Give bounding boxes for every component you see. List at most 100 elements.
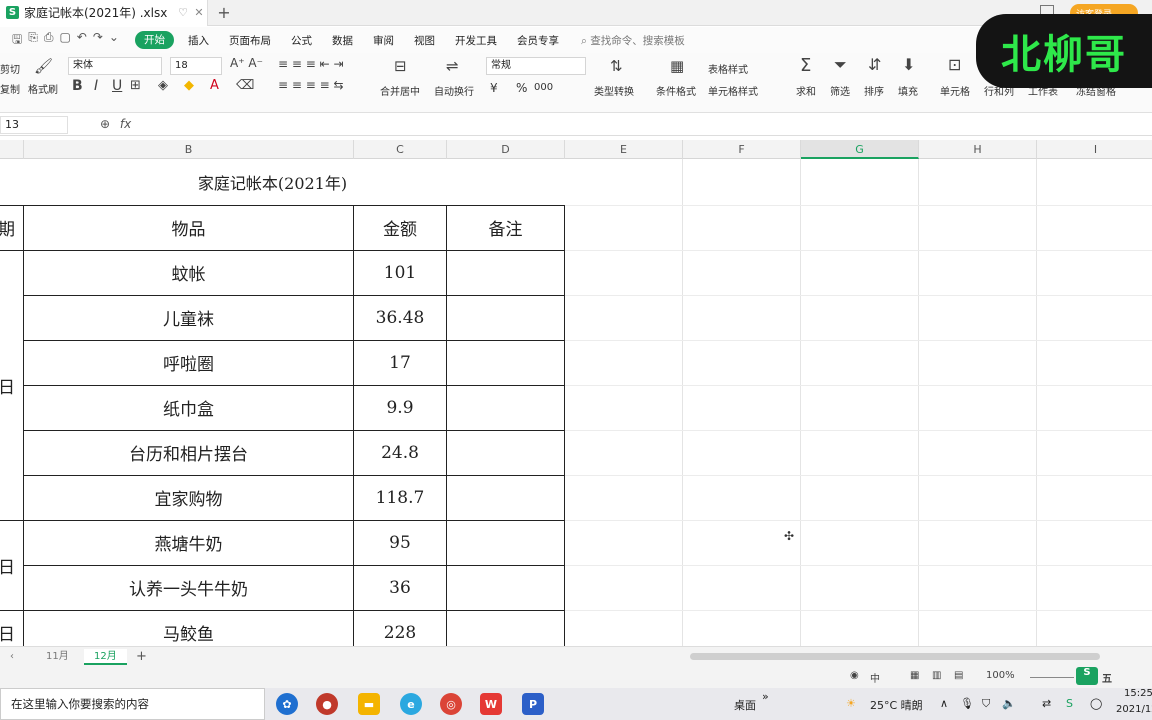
page-break-view-icon[interactable]: ▤ bbox=[954, 670, 963, 681]
type-convert-icon[interactable]: ⇅ bbox=[610, 57, 623, 75]
preview-icon[interactable]: ▢ bbox=[59, 30, 70, 51]
sort-button[interactable]: 排序 bbox=[864, 83, 884, 98]
thousands-button[interactable]: 000 bbox=[534, 82, 553, 93]
horizontal-scrollbar[interactable] bbox=[690, 653, 1100, 660]
add-sheet-icon[interactable]: + bbox=[126, 649, 157, 665]
font-name-select[interactable]: 宋体 bbox=[68, 57, 162, 75]
header-note[interactable]: 备注 bbox=[446, 204, 565, 251]
font-size-select[interactable]: 18 bbox=[170, 57, 222, 75]
menu-item-review[interactable]: 审阅 bbox=[363, 33, 404, 48]
sum-button[interactable]: 求和 bbox=[796, 83, 816, 98]
menu-item-developer[interactable]: 开发工具 bbox=[445, 33, 507, 48]
zoom-slider[interactable] bbox=[1030, 677, 1074, 678]
amount-cell[interactable]: 17 bbox=[353, 339, 447, 386]
note-cell[interactable] bbox=[446, 564, 565, 611]
app-icon-baidu[interactable]: ✿ bbox=[276, 693, 298, 715]
menu-item-home[interactable]: 开始 bbox=[134, 31, 174, 49]
note-cell[interactable] bbox=[446, 339, 565, 386]
menu-item-insert[interactable]: 插入 bbox=[178, 33, 219, 48]
cell-button[interactable]: 单元格 bbox=[940, 83, 970, 98]
filter-button[interactable]: 筛选 bbox=[830, 83, 850, 98]
tray-chevron-icon[interactable]: ∧ bbox=[940, 697, 948, 710]
amount-cell[interactable]: 36.48 bbox=[353, 294, 447, 341]
item-cell[interactable]: 马鲛鱼 bbox=[23, 609, 354, 646]
copy-button[interactable]: 复制 bbox=[0, 81, 20, 96]
note-cell[interactable] bbox=[446, 474, 565, 521]
merge-icon[interactable]: ⊟ bbox=[394, 57, 407, 75]
date-group-cell[interactable]: 日 bbox=[0, 609, 24, 646]
underline-icon[interactable]: U bbox=[112, 78, 122, 94]
command-search[interactable]: ⌕ 查找命令、搜索模板 bbox=[569, 33, 685, 48]
number-format-select[interactable]: 常规 bbox=[486, 57, 586, 75]
header-amount[interactable]: 金额 bbox=[353, 204, 447, 251]
cell-style-button[interactable]: 单元格样式 bbox=[708, 83, 758, 98]
amount-cell[interactable]: 24.8 bbox=[353, 429, 447, 476]
column-header-f[interactable]: F bbox=[683, 140, 801, 159]
column-header-h[interactable]: H bbox=[919, 140, 1037, 159]
amount-cell[interactable]: 228 bbox=[353, 609, 447, 646]
date-group-cell[interactable]: 日 bbox=[0, 519, 24, 611]
mic-icon[interactable]: 🎙 bbox=[960, 697, 974, 710]
expand-icon[interactable]: » bbox=[762, 690, 769, 703]
shield-icon[interactable]: ⛉ bbox=[982, 697, 990, 711]
file-explorer-icon[interactable]: ▬ bbox=[358, 693, 380, 715]
item-cell[interactable]: 认养一头牛牛奶 bbox=[23, 564, 354, 611]
column-header-e[interactable]: E bbox=[565, 140, 683, 159]
currency-button[interactable]: ¥ bbox=[490, 81, 498, 95]
column-header-g[interactable]: G bbox=[801, 140, 919, 159]
chrome-icon[interactable]: ◎ bbox=[440, 693, 462, 715]
note-cell[interactable] bbox=[446, 609, 565, 646]
redo-icon[interactable]: ↷ bbox=[93, 30, 103, 51]
taskbar-search-input[interactable]: 在这里输入你要搜索的内容 bbox=[0, 688, 265, 720]
wps-app-icon[interactable]: W bbox=[480, 693, 502, 715]
format-painter-button[interactable]: 格式刷 bbox=[28, 81, 58, 96]
item-cell[interactable]: 纸巾盒 bbox=[23, 384, 354, 431]
fill-button[interactable]: 填充 bbox=[898, 83, 918, 98]
document-tab[interactable]: S 家庭记帐本(2021年) .xlsx ♡ ✕ bbox=[0, 0, 208, 26]
zoom-formula-icon[interactable]: ⊕ bbox=[100, 117, 110, 131]
conditional-format-button[interactable]: 条件格式 bbox=[656, 83, 696, 98]
fill-color-icon[interactable]: ◈ bbox=[158, 78, 168, 93]
note-cell[interactable] bbox=[446, 429, 565, 476]
amount-cell[interactable]: 36 bbox=[353, 564, 447, 611]
fx-icon[interactable]: fx bbox=[120, 117, 131, 131]
chevron-down-icon[interactable]: ⌄ bbox=[109, 30, 119, 51]
increase-font-icon[interactable]: A⁺ A⁻ bbox=[230, 56, 263, 70]
column-header-a[interactable] bbox=[0, 140, 24, 159]
desktop-label[interactable]: 桌面 bbox=[734, 697, 756, 713]
highlight-icon[interactable]: ◆ bbox=[184, 78, 194, 93]
fill-icon[interactable]: ⬇ bbox=[902, 55, 915, 74]
border-icon[interactable]: ⊞ bbox=[130, 78, 141, 93]
sheet-tab-december[interactable]: 12月 bbox=[84, 649, 127, 665]
eye-protect-icon[interactable]: ◉ bbox=[850, 670, 859, 681]
note-cell[interactable] bbox=[446, 249, 565, 296]
type-convert-button[interactable]: 类型转换 bbox=[594, 83, 634, 98]
tray-status-icon[interactable]: ◯ bbox=[1090, 697, 1102, 710]
date-group-cell[interactable]: 日 bbox=[0, 249, 24, 521]
column-header-c[interactable]: C bbox=[354, 140, 447, 159]
browser-ie-icon[interactable]: e bbox=[400, 693, 422, 715]
pin-icon[interactable]: ♡ bbox=[175, 6, 191, 19]
header-item[interactable]: 物品 bbox=[23, 204, 354, 251]
filter-icon[interactable]: ⏷ bbox=[834, 55, 847, 75]
close-tab-icon[interactable]: ✕ bbox=[191, 6, 207, 19]
input-mode[interactable]: 中 bbox=[870, 670, 880, 685]
clock-time[interactable]: 15:25 bbox=[1124, 688, 1152, 699]
align-left-icon[interactable]: ≡ ≡ ≡ ≡ ⇆ bbox=[278, 78, 344, 92]
align-top-icon[interactable]: ≡ ≡ ≡ ⇤ ⇥ bbox=[278, 57, 344, 71]
menu-item-page-layout[interactable]: 页面布局 bbox=[219, 33, 281, 48]
table-style-button[interactable]: 表格样式 bbox=[708, 61, 748, 76]
note-cell[interactable] bbox=[446, 519, 565, 566]
print-icon[interactable]: ⎙ bbox=[44, 30, 54, 51]
menu-item-data[interactable]: 数据 bbox=[322, 33, 363, 48]
note-cell[interactable] bbox=[446, 294, 565, 341]
app-icon-recorder[interactable]: ● bbox=[316, 693, 338, 715]
bold-icon[interactable]: B bbox=[72, 78, 83, 94]
menu-item-view[interactable]: 视图 bbox=[404, 33, 445, 48]
save-icon[interactable]: 🖫 bbox=[12, 30, 22, 51]
font-color-icon[interactable]: A bbox=[210, 78, 219, 93]
amount-cell[interactable]: 95 bbox=[353, 519, 447, 566]
weather-text[interactable]: 25°C 晴朗 bbox=[870, 697, 923, 713]
item-cell[interactable]: 宜家购物 bbox=[23, 474, 354, 521]
tray-wps-icon[interactable]: S bbox=[1066, 697, 1073, 710]
